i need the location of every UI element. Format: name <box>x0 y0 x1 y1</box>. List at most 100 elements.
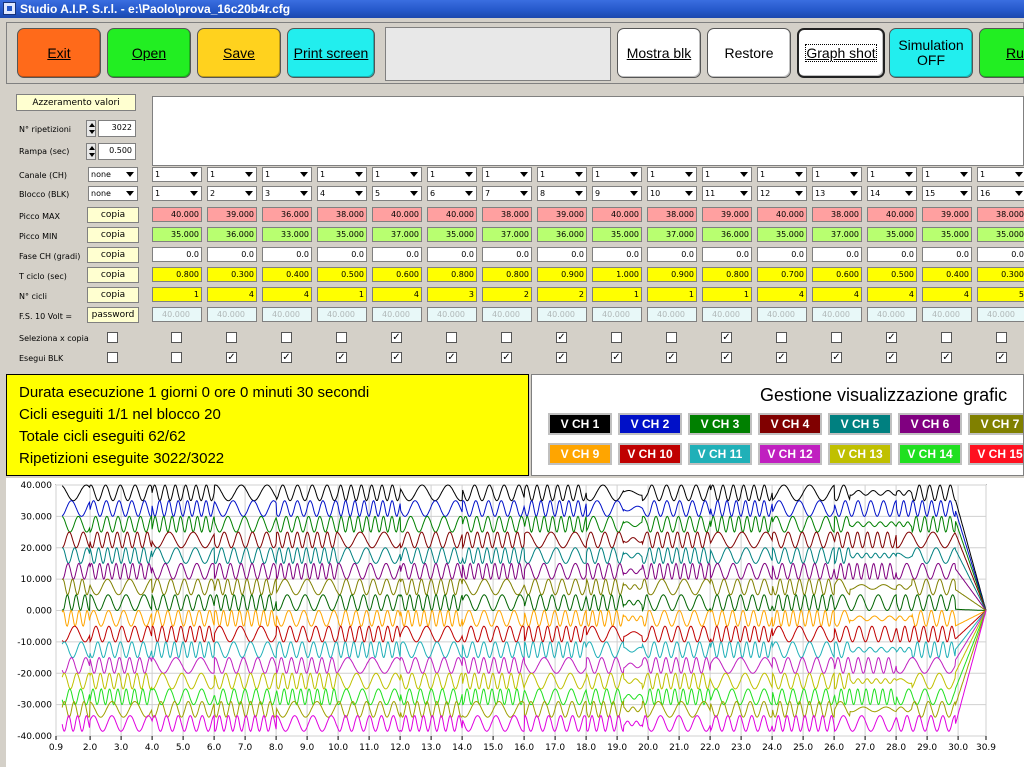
fase-field[interactable]: 0.0 <box>262 247 312 262</box>
fase-field[interactable]: 0.0 <box>812 247 862 262</box>
block-combo[interactable]: 15 <box>922 186 972 201</box>
chevron-down-icon[interactable] <box>297 187 311 200</box>
tciclo-field[interactable]: 0.900 <box>537 267 587 282</box>
picco-max-field[interactable]: 38.000 <box>482 207 532 222</box>
save-button[interactable]: Save <box>197 28 281 78</box>
block-combo[interactable]: 10 <box>647 186 697 201</box>
channel-combo[interactable]: 1 <box>757 167 807 182</box>
copy-fase-button[interactable]: copia <box>87 247 139 263</box>
chevron-down-icon[interactable] <box>407 168 421 181</box>
chevron-down-icon[interactable] <box>407 187 421 200</box>
channel-toggle-button[interactable]: V CH 12 <box>758 443 822 465</box>
tciclo-field[interactable]: 0.500 <box>317 267 367 282</box>
channel-combo[interactable]: 1 <box>977 167 1024 182</box>
chevron-down-icon[interactable] <box>517 187 531 200</box>
block-combo[interactable]: 8 <box>537 186 587 201</box>
esegui-checkbox[interactable]: ✓ <box>446 352 457 363</box>
ncicli-field[interactable]: 1 <box>152 287 202 302</box>
channel-combo[interactable]: 1 <box>317 167 367 182</box>
restore-button[interactable]: Restore <box>707 28 791 78</box>
ncicli-field[interactable]: 2 <box>482 287 532 302</box>
fase-field[interactable]: 0.0 <box>317 247 367 262</box>
esegui-checkbox[interactable]: ✓ <box>886 352 897 363</box>
seleziona-all-checkbox[interactable] <box>107 332 118 343</box>
chevron-down-icon[interactable] <box>957 187 971 200</box>
picco-min-field[interactable]: 35.000 <box>757 227 807 242</box>
ncicli-field[interactable]: 4 <box>757 287 807 302</box>
fs-field[interactable]: 40.000 <box>537 307 587 322</box>
picco-min-field[interactable]: 35.000 <box>977 227 1024 242</box>
channel-toggle-button[interactable]: V CH 2 <box>618 413 682 435</box>
chevron-down-icon[interactable] <box>242 168 256 181</box>
channel-toggle-button[interactable]: V CH 10 <box>618 443 682 465</box>
picco-max-field[interactable]: 38.000 <box>647 207 697 222</box>
fs-field[interactable]: 40.000 <box>262 307 312 322</box>
channel-toggle-button[interactable]: V CH 13 <box>828 443 892 465</box>
seleziona-checkbox[interactable] <box>446 332 457 343</box>
esegui-checkbox[interactable]: ✓ <box>556 352 567 363</box>
seleziona-checkbox[interactable] <box>171 332 182 343</box>
tciclo-field[interactable]: 0.800 <box>482 267 532 282</box>
channel-combo[interactable]: 1 <box>537 167 587 182</box>
picco-min-field[interactable]: 35.000 <box>427 227 477 242</box>
picco-max-field[interactable]: 40.000 <box>372 207 422 222</box>
seleziona-checkbox[interactable] <box>281 332 292 343</box>
chevron-down-icon[interactable] <box>187 187 201 200</box>
exit-button[interactable]: Exit <box>17 28 101 78</box>
picco-min-field[interactable]: 37.000 <box>812 227 862 242</box>
ncicli-field[interactable]: 4 <box>207 287 257 302</box>
picco-min-field[interactable]: 35.000 <box>922 227 972 242</box>
repetitions-spinner[interactable] <box>86 120 96 137</box>
esegui-checkbox[interactable]: ✓ <box>666 352 677 363</box>
fs-field[interactable]: 40.000 <box>482 307 532 322</box>
chevron-down-icon[interactable] <box>517 168 531 181</box>
channel-combo[interactable]: 1 <box>372 167 422 182</box>
chevron-down-icon[interactable] <box>957 168 971 181</box>
picco-min-field[interactable]: 33.000 <box>262 227 312 242</box>
picco-max-field[interactable]: 39.000 <box>702 207 752 222</box>
picco-max-field[interactable]: 40.000 <box>592 207 642 222</box>
picco-max-field[interactable]: 40.000 <box>757 207 807 222</box>
canale-combo[interactable]: none <box>88 167 138 182</box>
ncicli-field[interactable]: 2 <box>537 287 587 302</box>
fs-field[interactable]: 40.000 <box>427 307 477 322</box>
ncicli-field[interactable]: 4 <box>922 287 972 302</box>
seleziona-checkbox[interactable]: ✓ <box>886 332 897 343</box>
fs-field[interactable]: 40.000 <box>592 307 642 322</box>
seleziona-checkbox[interactable]: ✓ <box>556 332 567 343</box>
block-combo[interactable]: 1 <box>152 186 202 201</box>
block-combo[interactable]: 7 <box>482 186 532 201</box>
channel-combo[interactable]: 1 <box>922 167 972 182</box>
ncicli-field[interactable]: 3 <box>427 287 477 302</box>
picco-min-field[interactable]: 35.000 <box>592 227 642 242</box>
esegui-checkbox[interactable]: ✓ <box>501 352 512 363</box>
ncicli-field[interactable]: 4 <box>867 287 917 302</box>
blocco-combo[interactable]: none <box>88 186 138 201</box>
fs-field[interactable]: 40.000 <box>867 307 917 322</box>
channel-combo[interactable]: 1 <box>262 167 312 182</box>
block-combo[interactable]: 6 <box>427 186 477 201</box>
channel-toggle-button[interactable]: V CH 5 <box>828 413 892 435</box>
chevron-down-icon[interactable] <box>1012 187 1024 200</box>
fase-field[interactable]: 0.0 <box>592 247 642 262</box>
tciclo-field[interactable]: 0.600 <box>812 267 862 282</box>
esegui-checkbox[interactable]: ✓ <box>996 352 1007 363</box>
picco-max-field[interactable]: 40.000 <box>427 207 477 222</box>
fase-field[interactable]: 0.0 <box>922 247 972 262</box>
picco-max-field[interactable]: 38.000 <box>977 207 1024 222</box>
seleziona-checkbox[interactable]: ✓ <box>721 332 732 343</box>
seleziona-checkbox[interactable] <box>941 332 952 343</box>
chevron-down-icon[interactable] <box>792 168 806 181</box>
channel-toggle-button[interactable]: V CH 4 <box>758 413 822 435</box>
seleziona-checkbox[interactable] <box>776 332 787 343</box>
block-combo[interactable]: 11 <box>702 186 752 201</box>
picco-min-field[interactable]: 37.000 <box>372 227 422 242</box>
fs-field[interactable]: 40.000 <box>647 307 697 322</box>
esegui-checkbox[interactable]: ✓ <box>941 352 952 363</box>
tciclo-field[interactable]: 0.900 <box>647 267 697 282</box>
ncicli-field[interactable]: 4 <box>812 287 862 302</box>
fase-field[interactable]: 0.0 <box>152 247 202 262</box>
block-combo[interactable]: 14 <box>867 186 917 201</box>
repetitions-field[interactable]: 3022 <box>98 120 136 137</box>
fase-field[interactable]: 0.0 <box>427 247 477 262</box>
